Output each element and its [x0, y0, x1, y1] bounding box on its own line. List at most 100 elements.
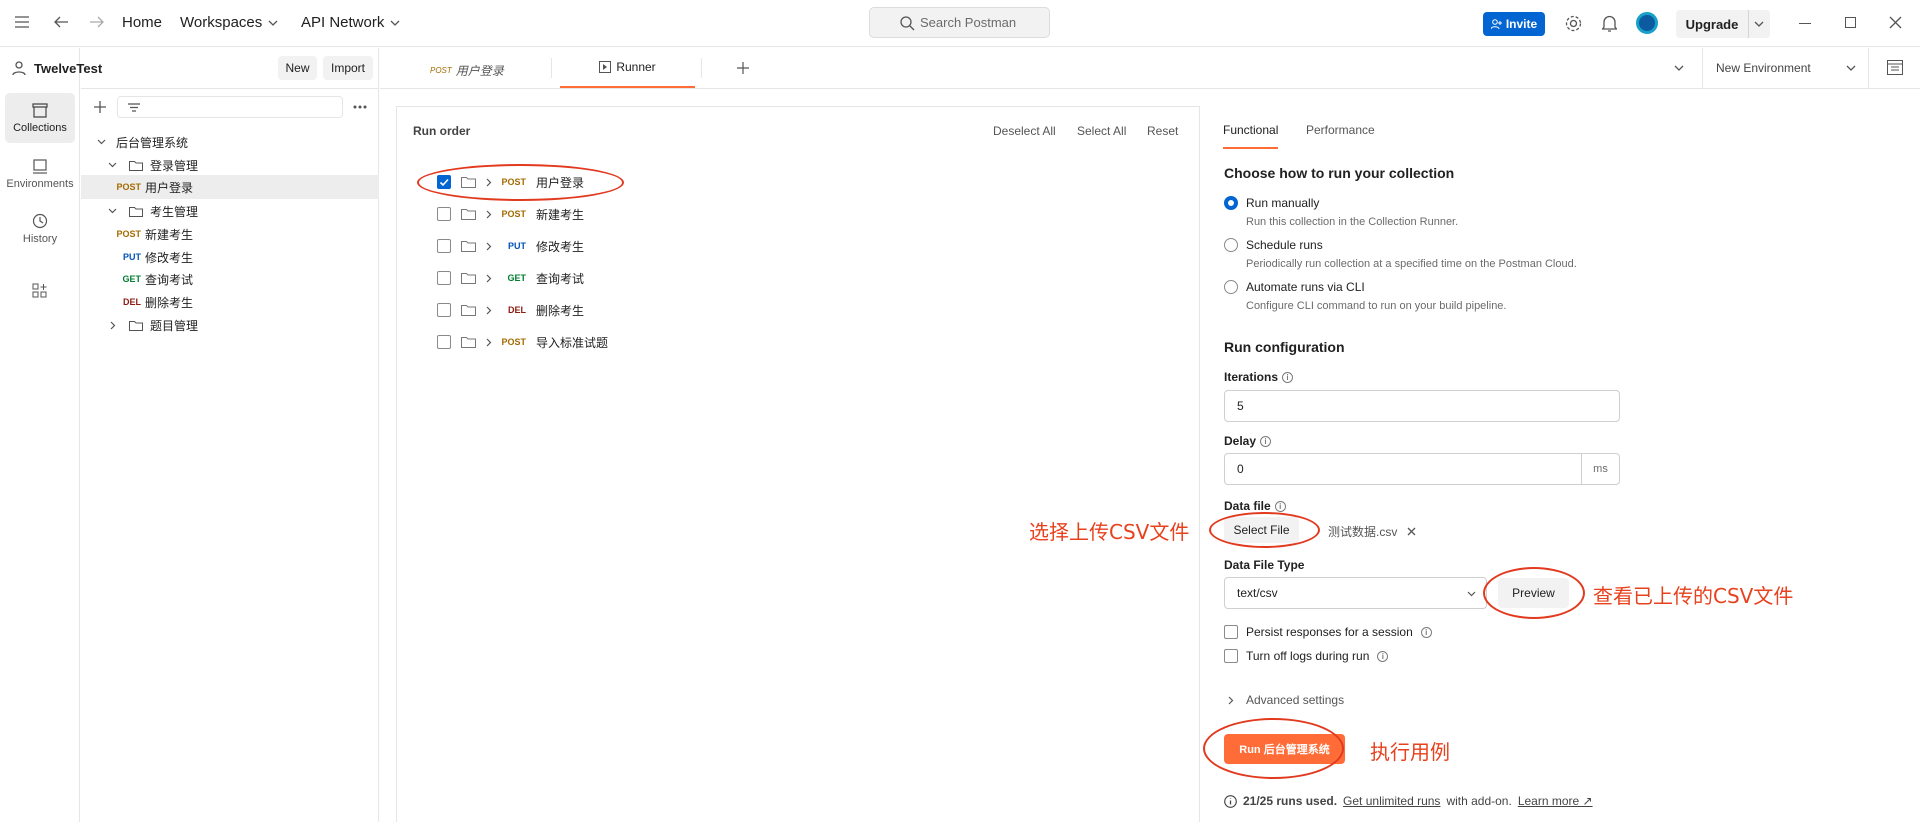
filter-input[interactable] — [117, 96, 343, 118]
highlight-oval — [417, 164, 624, 201]
avatar[interactable] — [1636, 12, 1658, 34]
turn-off-logs-checkbox[interactable] — [1224, 649, 1238, 663]
invite-button[interactable]: Invite — [1483, 12, 1545, 36]
run-item-checkbox[interactable] — [437, 239, 451, 253]
reset-button[interactable]: Reset — [1147, 124, 1178, 138]
tree-request[interactable]: PUT 修改考生 — [81, 245, 379, 269]
select-all-button[interactable]: Select All — [1077, 124, 1126, 138]
forward-arrow-icon[interactable] — [90, 16, 104, 28]
run-manually-option[interactable]: Run manually — [1224, 196, 1319, 210]
import-button[interactable]: Import — [323, 56, 373, 80]
radio-schedule-runs[interactable] — [1224, 238, 1238, 252]
run-order-item[interactable]: POST 导入标准试题 — [437, 330, 608, 354]
tree-folder[interactable]: 题目管理 — [81, 313, 379, 337]
runner-icon — [599, 61, 612, 73]
run-item-checkbox[interactable] — [437, 271, 451, 285]
tree-folder[interactable]: 登录管理 — [81, 153, 379, 177]
persist-responses-option[interactable]: Persist responses for a session i — [1224, 625, 1432, 639]
iterations-field[interactable]: 5 — [1224, 390, 1620, 422]
environment-label: New Environment — [1716, 61, 1811, 75]
sidebar-item-history[interactable]: History — [5, 204, 75, 254]
sidebar-item-environments[interactable]: Environments — [5, 149, 75, 199]
tab-request[interactable]: POST 用户登录 — [430, 62, 504, 79]
request-name: 查询考试 — [145, 272, 194, 287]
run-order-panel: Run order Deselect All Select All Reset … — [396, 106, 1200, 822]
data-file-type-select[interactable]: text/csv — [1224, 577, 1487, 609]
workspaces-menu[interactable]: Workspaces — [180, 14, 278, 31]
run-order-item[interactable]: GET 查询考试 — [437, 266, 584, 290]
data-file-label: Data file i — [1224, 499, 1286, 513]
request-name: 删除考生 — [536, 303, 585, 318]
tree-collection[interactable]: 后台管理系统 — [81, 130, 379, 154]
schedule-runs-option[interactable]: Schedule runs — [1224, 238, 1323, 252]
run-config-title: Run configuration — [1224, 339, 1345, 355]
delay-label: Delay i — [1224, 434, 1272, 448]
home-link[interactable]: Home — [122, 14, 162, 31]
environment-quick-look-icon[interactable] — [1887, 60, 1903, 75]
search-input[interactable]: Search Postman — [869, 7, 1050, 38]
environment-select[interactable]: New Environment — [1716, 61, 1856, 75]
run-order-item[interactable]: POST 新建考生 — [437, 202, 584, 226]
tab-runner[interactable]: Runner — [560, 48, 695, 88]
gear-icon[interactable] — [1565, 15, 1582, 32]
info-icon[interactable]: i — [1260, 435, 1272, 447]
maximize-icon[interactable] — [1845, 17, 1856, 28]
radio-run-manually[interactable] — [1224, 196, 1238, 210]
tree-request[interactable]: DEL 删除考生 — [81, 290, 379, 314]
info-icon[interactable]: i — [1282, 371, 1294, 383]
run-order-item[interactable]: PUT 修改考生 — [437, 234, 584, 258]
persist-responses-checkbox[interactable] — [1224, 625, 1238, 639]
folder-icon — [129, 320, 143, 331]
bell-icon[interactable] — [1602, 15, 1617, 32]
option-description: Configure CLI command to run on your bui… — [1246, 300, 1507, 312]
chevron-right-icon — [1228, 696, 1234, 704]
run-order-item[interactable]: DEL 删除考生 — [437, 298, 584, 322]
radio-automate-cli[interactable] — [1224, 280, 1238, 294]
apps-icon[interactable] — [32, 283, 48, 299]
tree-request[interactable]: POST 新建考生 — [81, 222, 379, 246]
turn-off-logs-option[interactable]: Turn off logs during run i — [1224, 649, 1389, 663]
tree-request[interactable]: POST 用户登录 — [81, 175, 379, 199]
delay-field[interactable]: 0 ms — [1224, 453, 1620, 485]
chevron-down-icon[interactable] — [1674, 65, 1684, 71]
new-tab-icon[interactable] — [737, 62, 749, 74]
api-network-menu[interactable]: API Network — [301, 14, 400, 31]
run-item-checkbox[interactable] — [437, 207, 451, 221]
tab-functional[interactable]: Functional — [1223, 123, 1279, 149]
runs-usage: 21/25 runs used. Get unlimited runs with… — [1224, 794, 1593, 808]
tree-folder[interactable]: 考生管理 — [81, 199, 379, 223]
tab-bar: POST 用户登录 Runner New Environment — [380, 48, 1920, 89]
info-icon[interactable]: i — [1420, 626, 1432, 638]
minimize-icon[interactable] — [1799, 23, 1811, 24]
get-unlimited-link[interactable]: Get unlimited runs — [1343, 794, 1440, 808]
close-icon[interactable] — [1407, 527, 1416, 536]
highlight-oval — [1203, 718, 1344, 779]
run-item-checkbox[interactable] — [437, 303, 451, 317]
new-button[interactable]: New — [278, 56, 317, 80]
runs-used-text: 21/25 runs used. — [1243, 794, 1338, 808]
add-icon[interactable] — [94, 101, 106, 113]
workspaces-label: Workspaces — [180, 14, 263, 31]
advanced-settings-toggle[interactable]: Advanced settings — [1228, 693, 1344, 707]
menu-icon[interactable] — [15, 16, 29, 28]
iterations-label-text: Iterations — [1224, 370, 1279, 384]
sidebar-item-collections[interactable]: Collections — [5, 93, 75, 143]
back-arrow-icon[interactable] — [54, 16, 68, 28]
info-icon[interactable]: i — [1274, 500, 1286, 512]
run-item-checkbox[interactable] — [437, 335, 451, 349]
automate-cli-option[interactable]: Automate runs via CLI — [1224, 280, 1365, 294]
collection-tree: New Import 后台管理系统 登录管理 POST 用户登录 考生管理 PO… — [81, 48, 379, 822]
chevron-down-icon — [97, 139, 106, 145]
chevron-down-icon[interactable] — [1754, 21, 1764, 27]
tab-performance[interactable]: Performance — [1306, 123, 1375, 137]
request-name: 查询考试 — [536, 271, 585, 286]
upgrade-button[interactable]: Upgrade — [1676, 10, 1770, 38]
tree-request[interactable]: GET 查询考试 — [81, 267, 379, 291]
close-icon[interactable] — [1889, 16, 1902, 29]
file-name: 测试数据.csv — [1328, 525, 1398, 539]
deselect-all-button[interactable]: Deselect All — [993, 124, 1056, 138]
method-badge: PUT — [508, 241, 526, 251]
more-options-icon[interactable] — [353, 105, 367, 109]
learn-more-link[interactable]: Learn more ↗ — [1518, 794, 1593, 808]
info-icon[interactable]: i — [1377, 650, 1389, 662]
